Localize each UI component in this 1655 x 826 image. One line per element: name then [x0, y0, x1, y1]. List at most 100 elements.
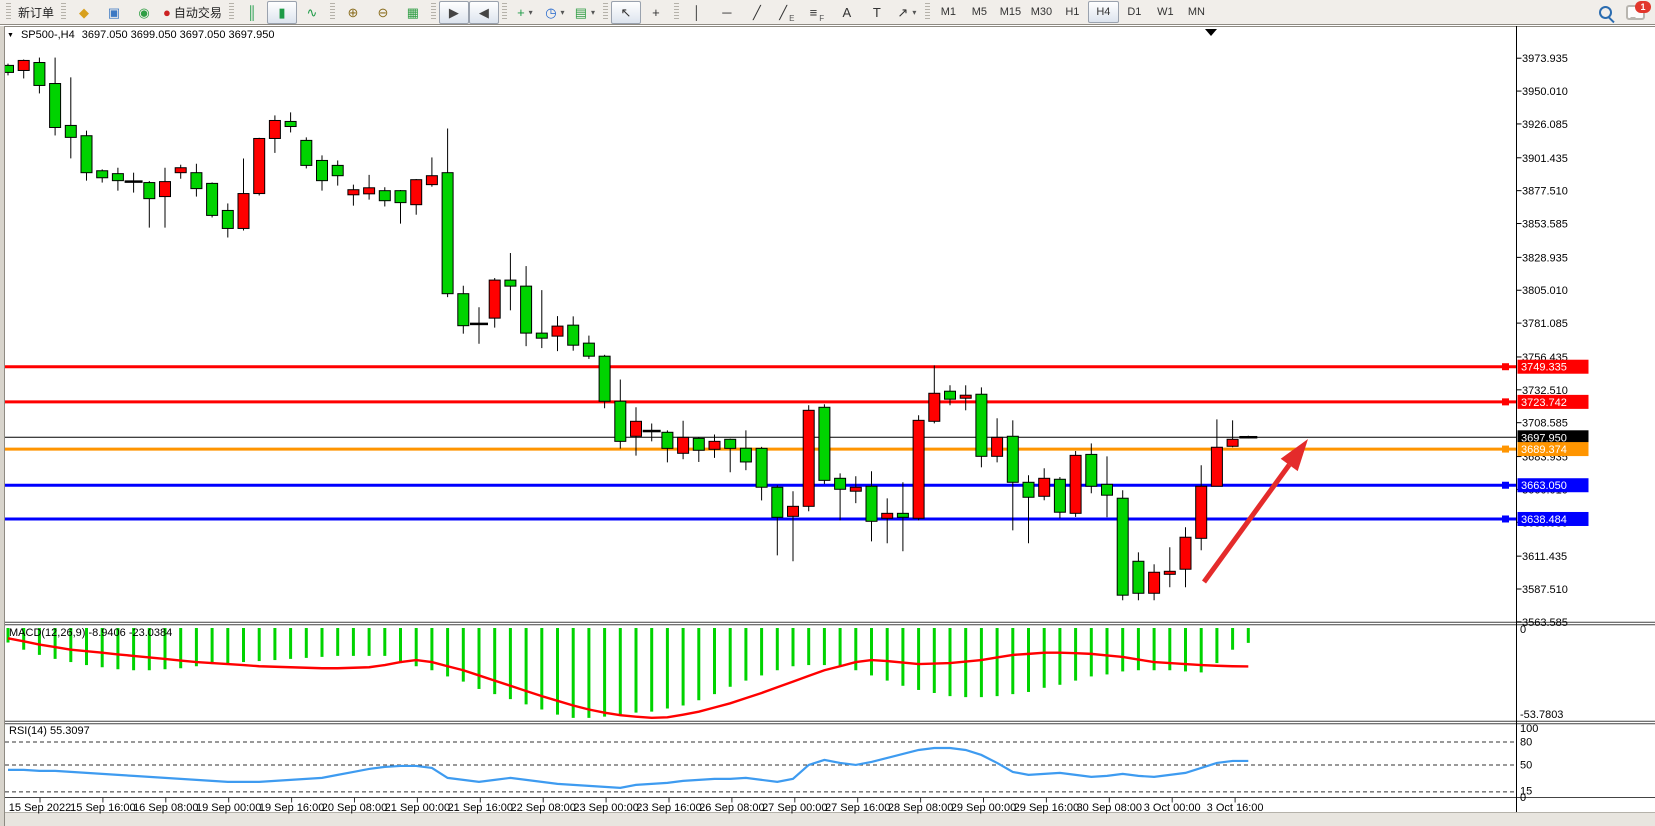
- horizontal-lines-layer[interactable]: [5, 363, 1517, 522]
- indicators-icon: +: [517, 6, 525, 19]
- price-badges: 3749.3353723.7423697.9503689.3743663.050…: [1518, 360, 1589, 526]
- chart-shift-button[interactable]: ◀: [469, 1, 499, 24]
- time-axis-label: 20 Sep 08:00: [322, 802, 387, 814]
- time-axis-label: 22 Sep 08:00: [510, 802, 575, 814]
- auto-scroll-button[interactable]: ▶: [439, 1, 469, 24]
- indicators-button[interactable]: +▾: [510, 1, 540, 24]
- line-handle[interactable]: [1502, 515, 1509, 522]
- horizontal-line-icon: ─: [722, 6, 731, 19]
- fibonacci-button[interactable]: ≡F: [802, 1, 832, 24]
- candlestick-chart-button[interactable]: ▮: [267, 1, 297, 24]
- auto-trading-button-label: 自动交易: [174, 4, 222, 21]
- line-chart-button[interactable]: ∿: [297, 1, 327, 24]
- timeframe-m1-button[interactable]: M1: [933, 1, 964, 23]
- price-axis-label: 3708.585: [1522, 418, 1568, 430]
- time-axis-label: 29 Sep 00:00: [951, 802, 1016, 814]
- crosshair-button[interactable]: +: [641, 1, 671, 24]
- line-handle[interactable]: [1502, 398, 1509, 405]
- rsi-pane: [5, 742, 1517, 792]
- toolbar-separator: [674, 3, 679, 21]
- price-axis-label: 3781.085: [1522, 318, 1568, 330]
- cursor-button[interactable]: ↖: [611, 1, 641, 24]
- price-badge: 3723.742: [1521, 397, 1567, 409]
- timeframe-w1-button[interactable]: W1: [1150, 1, 1181, 23]
- chevron-down-icon: ▾: [561, 8, 565, 17]
- toolbar-separator: [6, 3, 11, 21]
- candlestick-chart-icon: ▮: [278, 6, 285, 19]
- timeframe-m15-button[interactable]: M15: [995, 1, 1026, 23]
- bar-chart-button[interactable]: ║: [237, 1, 267, 24]
- trend-arrow[interactable]: [1204, 439, 1308, 582]
- market-watch-icon: ▣: [108, 6, 120, 19]
- equidistant-channel-icon: ╱: [779, 6, 787, 19]
- equidistant-channel-button-sub-label: E: [789, 14, 794, 23]
- auto-trading-button[interactable]: ●自动交易: [159, 1, 226, 24]
- price-axis-label: 3611.435: [1522, 551, 1567, 563]
- chart-window[interactable]: ▼ SP500-,H4 3697.050 3699.050 3697.050 3…: [0, 26, 1655, 826]
- toolbar-separator: [603, 3, 608, 21]
- time-axis-label: 3 Oct 00:00: [1144, 802, 1201, 814]
- chat-icon[interactable]: 1: [1626, 5, 1645, 20]
- chevron-down-icon: ▾: [529, 8, 533, 17]
- periods-button[interactable]: ◷▾: [540, 1, 570, 24]
- kite-icon: ◆: [79, 6, 89, 19]
- line-handle[interactable]: [1502, 446, 1509, 453]
- macd-pane: [8, 628, 1248, 718]
- signals-button[interactable]: ◉: [129, 1, 159, 24]
- new-order-button[interactable]: 新订单: [14, 1, 58, 24]
- horizontal-line-button[interactable]: ─: [712, 1, 742, 24]
- time-axis-label: 21 Sep 16:00: [448, 802, 513, 814]
- search-icon[interactable]: [1599, 6, 1612, 19]
- zoom-in-button[interactable]: ⊕: [338, 1, 368, 24]
- price-axis-label: 3901.435: [1522, 153, 1568, 165]
- templates-button[interactable]: ▤▾: [570, 1, 600, 24]
- collapse-triangle-icon[interactable]: ▼: [7, 32, 14, 39]
- timeframe-mn-button[interactable]: MN: [1181, 1, 1212, 23]
- rsi-axis-label: 0: [1520, 792, 1526, 804]
- cursor-icon: ↖: [620, 6, 631, 19]
- vertical-line-button[interactable]: │: [682, 1, 712, 24]
- time-axis-label: 15 Sep 16:00: [70, 802, 135, 814]
- window-left-border: [0, 26, 5, 826]
- timeframe-m5-button[interactable]: M5: [964, 1, 995, 23]
- price-axis-label: 3732.510: [1522, 385, 1568, 397]
- mt4-window: 新订单◆▣◉●自动交易║▮∿⊕⊖▦▶◀+▾◷▾▤▾↖+│─╱╱E≡FAT↗▾M1…: [0, 0, 1655, 826]
- trendline-button[interactable]: ╱: [742, 1, 772, 24]
- macd-axis-label: -53.7803: [1520, 709, 1563, 721]
- text-label-button[interactable]: T: [862, 1, 892, 24]
- rsi-axis-label: 100: [1520, 723, 1538, 735]
- price-axis[interactable]: 3973.9353950.0103926.0853901.4353877.510…: [1517, 26, 1568, 812]
- templates-icon: ▤: [575, 6, 587, 19]
- trendline-icon: ╱: [753, 6, 761, 19]
- arrows-button[interactable]: ↗▾: [892, 1, 922, 24]
- chevron-down-icon: ▾: [591, 8, 595, 17]
- time-axis[interactable]: 15 Sep 202215 Sep 16:0016 Sep 08:0019 Se…: [9, 798, 1264, 815]
- fibonacci-button-sub-label: F: [819, 14, 824, 23]
- kite-button[interactable]: ◆: [69, 1, 99, 24]
- timeframe-h1-button[interactable]: H1: [1057, 1, 1088, 23]
- new-order-button-label: 新订单: [18, 4, 54, 21]
- line-handle[interactable]: [1502, 482, 1509, 489]
- bar-chart-icon: ║: [247, 6, 256, 19]
- time-axis-label: 15 Sep 2022: [9, 802, 71, 814]
- text-button[interactable]: A: [832, 1, 862, 24]
- timeframe-d1-button[interactable]: D1: [1119, 1, 1150, 23]
- rsi-axis-label: 15: [1520, 786, 1532, 798]
- chart-shift-icon: ◀: [479, 6, 489, 19]
- price-axis-label: 3950.010: [1522, 86, 1568, 98]
- price-axis-label: 3636.085: [1522, 517, 1568, 529]
- ohlc-readout: 3697.050 3699.050 3697.050 3697.950: [82, 29, 275, 41]
- price-axis-label: 3877.510: [1522, 186, 1568, 198]
- macd-axis-label: 0: [1520, 624, 1526, 636]
- market-watch-button[interactable]: ▣: [99, 1, 129, 24]
- fibonacci-icon: ≡: [810, 6, 818, 19]
- tile-windows-button[interactable]: ▦: [398, 1, 428, 24]
- timeframe-m30-button[interactable]: M30: [1026, 1, 1057, 23]
- chevron-down-icon: ▾: [912, 8, 916, 17]
- timeframe-h4-button[interactable]: H4: [1088, 1, 1119, 23]
- zoom-out-button[interactable]: ⊖: [368, 1, 398, 24]
- equidistant-channel-button[interactable]: ╱E: [772, 1, 802, 24]
- rsi-axis-label: 80: [1520, 737, 1532, 749]
- line-handle[interactable]: [1502, 363, 1509, 370]
- tile-windows-icon: ▦: [407, 6, 419, 19]
